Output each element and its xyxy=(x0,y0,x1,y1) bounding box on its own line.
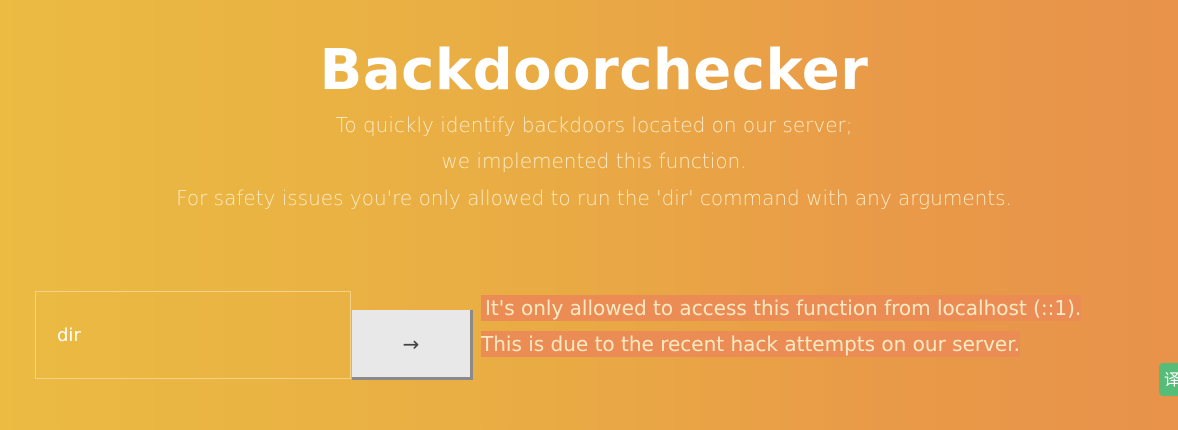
submit-button[interactable]: → xyxy=(352,310,473,380)
translate-icon[interactable]: 译 xyxy=(1159,363,1178,396)
arrow-right-icon: → xyxy=(402,331,420,356)
command-input[interactable] xyxy=(35,291,351,379)
description-line: For safety issues you're only allowed to… xyxy=(176,186,1012,210)
result-message: It's only allowed to access this functio… xyxy=(481,295,1082,321)
description-line: To quickly identify backdoors located on… xyxy=(335,113,853,137)
page-title: Backdoorchecker xyxy=(319,38,869,103)
description-line: we implemented this function. xyxy=(441,149,747,173)
result-message: This is due to the recent hack attempts … xyxy=(481,331,1020,357)
